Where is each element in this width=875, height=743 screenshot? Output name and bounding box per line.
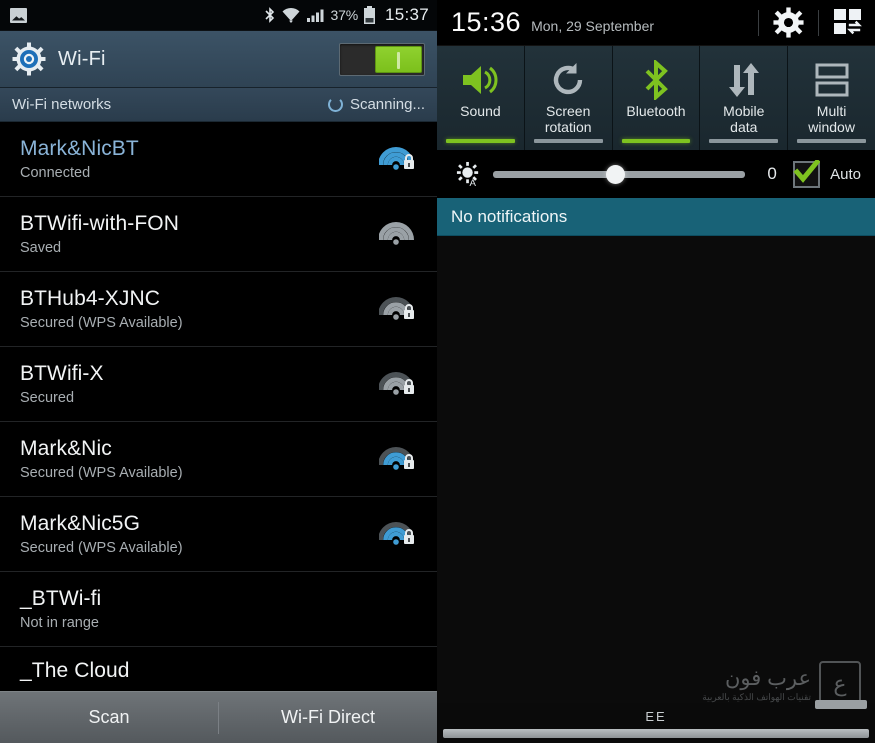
mobile-data-icon bbox=[725, 59, 763, 101]
wifi-network-row[interactable]: Mark&Nic Secured (WPS Available) bbox=[0, 422, 437, 497]
wifi-signal-icon bbox=[378, 442, 419, 476]
wifi-status: Secured (WPS Available) bbox=[20, 465, 183, 481]
notification-shade-panel: 15:36 Mon, 29 September Sound Screen rot… bbox=[437, 0, 875, 743]
quick-settings-grid-icon[interactable] bbox=[833, 8, 865, 38]
battery-percent: 37% bbox=[330, 7, 359, 23]
watermark-subtitle: تقنيات الهواتف الذكية بالعربية bbox=[702, 691, 811, 702]
wifi-ssid: Mark&Nic bbox=[20, 437, 112, 460]
shade-clock: 15:36 bbox=[451, 7, 522, 37]
no-notifications-bar: No notifications bbox=[437, 198, 875, 236]
wifi-network-row[interactable]: BTHub4-XJNC Secured (WPS Available) bbox=[0, 272, 437, 347]
header-divider-1 bbox=[758, 9, 759, 36]
settings-gear-icon[interactable] bbox=[773, 7, 804, 38]
section-label: Wi-Fi networks bbox=[12, 96, 112, 113]
wifi-status: Secured bbox=[20, 390, 75, 406]
status-bar-clock: 15:37 bbox=[384, 5, 429, 24]
quick-setting-tile-screen-rotation[interactable]: Screen rotation bbox=[524, 46, 613, 150]
no-notifications-label: No notifications bbox=[451, 206, 568, 226]
cellular-signal-icon bbox=[306, 9, 324, 22]
svg-text:A: A bbox=[469, 178, 476, 188]
battery-icon bbox=[363, 5, 375, 24]
quick-setting-tile-multi-window[interactable]: Multi window bbox=[788, 46, 875, 150]
notification-list-area: عرب فون تقنيات الهواتف الذكية بالعربية ع bbox=[437, 236, 875, 743]
screen-rotation-icon bbox=[549, 59, 587, 101]
quick-setting-label: Screen rotation bbox=[544, 103, 592, 135]
screenshot-image-icon bbox=[10, 7, 27, 23]
wifi-signal-icon bbox=[378, 292, 419, 326]
wifi-ssid: _The Cloud bbox=[20, 659, 130, 682]
slider-knob[interactable] bbox=[606, 164, 626, 184]
scan-button[interactable]: Scan bbox=[0, 707, 218, 728]
header-divider-2 bbox=[818, 9, 819, 36]
status-bar: 37% 15:37 bbox=[0, 0, 437, 31]
wifi-ssid: BTHub4-XJNC bbox=[20, 287, 160, 310]
wifi-signal-icon bbox=[378, 517, 419, 551]
shade-date: Mon, 29 September bbox=[531, 18, 655, 34]
wifi-ssid: BTWifi-with-FON bbox=[20, 212, 179, 235]
quick-setting-state-indicator bbox=[446, 139, 515, 143]
multi-window-icon bbox=[814, 59, 850, 101]
quick-setting-state-indicator bbox=[797, 139, 866, 143]
quick-setting-label: Mobile data bbox=[723, 103, 765, 135]
quick-setting-state-indicator bbox=[709, 139, 779, 143]
wifi-direct-button[interactable]: Wi-Fi Direct bbox=[219, 707, 437, 728]
wifi-toggle-thumb bbox=[375, 45, 422, 73]
wifi-network-list[interactable]: Mark&NicBT Connected BTWifi-with-FON Saved… bbox=[0, 122, 437, 699]
brightness-auto-icon: A bbox=[453, 161, 483, 188]
bluetooth-icon bbox=[641, 59, 671, 101]
quick-setting-state-indicator bbox=[533, 139, 603, 143]
wifi-networks-section-header: Wi-Fi networks Scanning... bbox=[0, 88, 437, 122]
bluetooth-icon bbox=[264, 7, 274, 23]
pulldown-tab[interactable] bbox=[815, 700, 867, 709]
quick-settings-row[interactable]: Sound Screen rotation Bluetooth Mobile dat… bbox=[437, 46, 875, 150]
wifi-status: Secured (WPS Available) bbox=[20, 540, 183, 556]
page-title: Wi-Fi bbox=[58, 47, 106, 70]
brightness-slider[interactable] bbox=[493, 163, 746, 185]
auto-brightness-label: Auto bbox=[830, 165, 861, 183]
wifi-status: Secured (WPS Available) bbox=[20, 315, 183, 331]
scanning-label: Scanning... bbox=[349, 96, 425, 113]
scanning-spinner-icon bbox=[327, 97, 343, 112]
wifi-signal-icon bbox=[378, 142, 419, 176]
shade-handle[interactable] bbox=[443, 729, 869, 738]
carrier-name: EE bbox=[645, 709, 667, 724]
wifi-network-row[interactable]: _BTWi-fi Not in range bbox=[0, 572, 437, 647]
wifi-status: Saved bbox=[20, 240, 62, 256]
quick-setting-tile-sound[interactable]: Sound bbox=[437, 46, 525, 150]
quick-setting-label: Multi window bbox=[808, 103, 855, 135]
wifi-settings-panel: 37% 15:37 Wi-Fi Wi-Fi networks Scanning.… bbox=[0, 0, 437, 743]
wifi-network-row[interactable]: BTWifi-X Secured bbox=[0, 347, 437, 422]
wifi-signal-icon bbox=[282, 7, 300, 23]
bottom-button-bar: Scan Wi-Fi Direct bbox=[0, 691, 437, 743]
quick-setting-tile-mobile-data[interactable]: Mobile data bbox=[700, 46, 789, 150]
scanning-status: Scanning... bbox=[327, 96, 425, 113]
shade-header: 15:36 Mon, 29 September bbox=[437, 0, 875, 46]
wifi-status: Connected bbox=[20, 165, 91, 181]
quick-setting-state-indicator bbox=[621, 139, 691, 143]
wifi-network-row[interactable]: Mark&Nic5G Secured (WPS Available) bbox=[0, 497, 437, 572]
wifi-header: Wi-Fi bbox=[0, 31, 437, 88]
quick-setting-label: Sound bbox=[460, 103, 501, 119]
brightness-row: A 0 Auto bbox=[437, 150, 875, 198]
wifi-ssid: BTWifi-X bbox=[20, 362, 104, 385]
quick-setting-tile-bluetooth[interactable]: Bluetooth bbox=[612, 46, 701, 150]
wifi-ssid: Mark&Nic5G bbox=[20, 512, 141, 535]
wifi-ssid: _BTWi-fi bbox=[20, 587, 102, 610]
screenshot-root: 37% 15:37 Wi-Fi Wi-Fi networks Scanning.… bbox=[0, 0, 875, 743]
carrier-bar: EE bbox=[437, 700, 875, 743]
settings-gear-icon bbox=[12, 42, 46, 76]
wifi-signal-icon bbox=[378, 367, 419, 401]
wifi-status: Not in range bbox=[20, 615, 99, 631]
watermark-title: عرب فون bbox=[724, 666, 811, 690]
wifi-toggle-switch[interactable] bbox=[339, 42, 425, 76]
sound-speaker-icon bbox=[459, 59, 501, 101]
quick-setting-label: Bluetooth bbox=[626, 103, 686, 119]
brightness-value: 0 bbox=[767, 164, 777, 183]
wifi-ssid: Mark&NicBT bbox=[20, 137, 139, 160]
auto-brightness-checkbox[interactable] bbox=[793, 159, 821, 188]
wifi-network-row[interactable]: Mark&NicBT Connected bbox=[0, 122, 437, 197]
wifi-network-row[interactable]: BTWifi-with-FON Saved bbox=[0, 197, 437, 272]
wifi-signal-icon bbox=[378, 217, 419, 251]
